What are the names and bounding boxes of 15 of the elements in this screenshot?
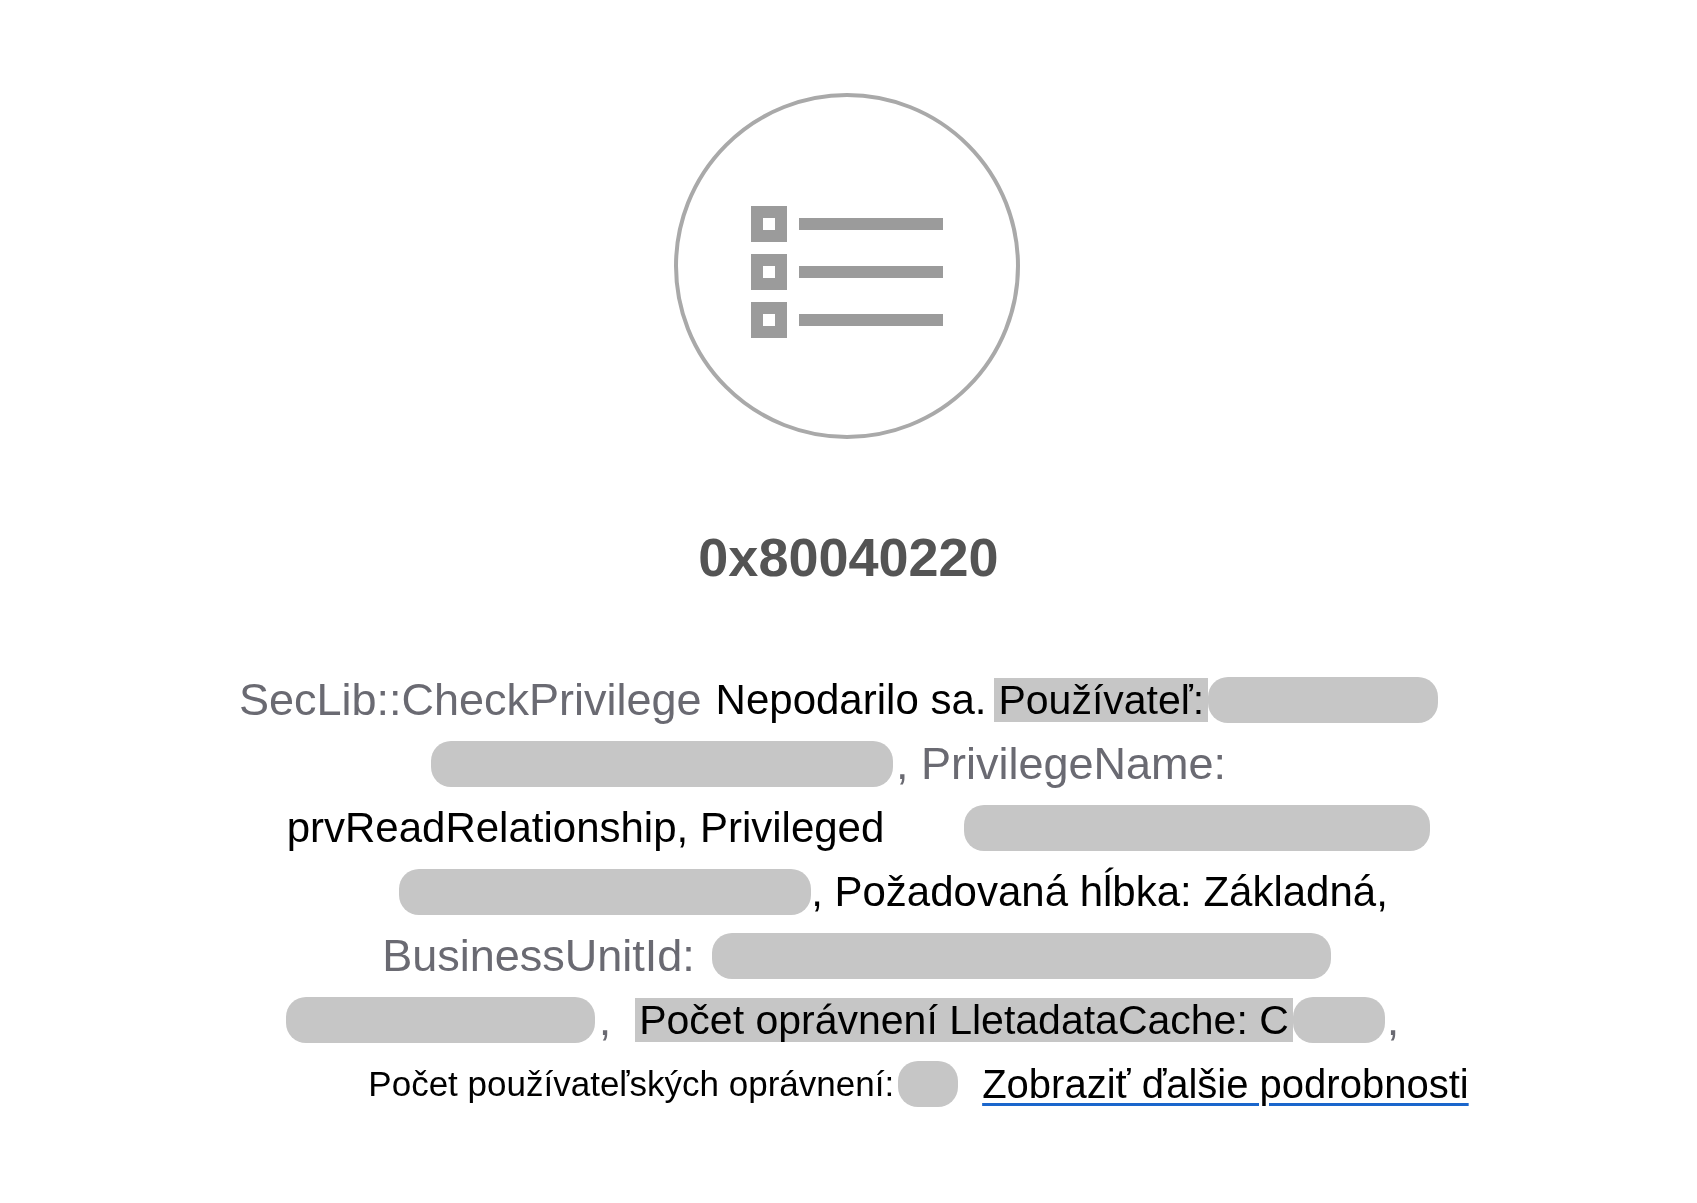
message-text: prvReadRelationship, Privileged <box>286 804 885 852</box>
message-text: BusinessUnitId: <box>382 931 695 981</box>
details-link[interactable]: Zobraziť ďalšie podrobnosti <box>982 1060 1469 1108</box>
message-text: , Požadovaná hĺbka: Základná, <box>811 868 1388 916</box>
message-text: Nepodarilo sa. <box>715 676 987 724</box>
message-text: Počet používateľských oprávnení: <box>368 1063 895 1105</box>
highlighted-text: Používateľ: <box>994 678 1209 722</box>
list-icon <box>673 93 1020 439</box>
message-text: , <box>598 995 612 1045</box>
error-code: 0x80040220 <box>698 526 999 589</box>
highlighted-text: Počet oprávnení LletadataCache: C <box>635 998 1293 1042</box>
message-text: SecLib::CheckPrivilege <box>238 675 702 725</box>
message-text: , <box>1386 995 1400 1045</box>
message-text: , PrivilegeName: <box>895 739 1227 789</box>
redaction-bar <box>898 1061 959 1107</box>
